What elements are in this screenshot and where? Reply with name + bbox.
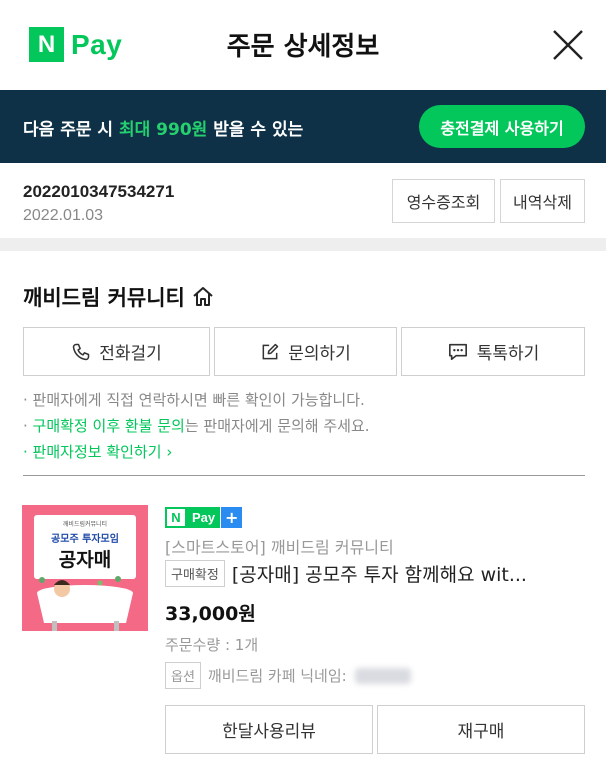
option-row: 옵션 깨비드림 카페 닉네임:	[165, 662, 411, 689]
option-text: 깨비드림 카페 닉네임:	[207, 667, 347, 685]
badge-plus: +	[221, 507, 243, 528]
banner-text-after: 받을 수 있는	[207, 120, 304, 140]
home-icon	[193, 287, 213, 306]
product-thumbnail[interactable]: 깨비드림커뮤니티 공모주 투자모임 공자매	[22, 505, 148, 631]
product-store[interactable]: [스마트스토어] 깨비드림 커뮤니티	[165, 534, 394, 558]
banner-text-before: 다음 주문 시	[23, 120, 119, 140]
chevron-right-icon: ›	[166, 443, 173, 461]
seller-contact-note: · 판매자에게 직접 연락하시면 빠른 확인이 가능합니다.	[23, 391, 365, 409]
receipt-button[interactable]: 영수증조회	[392, 179, 495, 223]
order-info: 2022010347534271 2022.01.03 영수증조회 내역삭제	[0, 163, 606, 238]
page-title: 주문 상세정보	[226, 32, 380, 62]
bathtub-illustration	[37, 576, 133, 631]
store-name-link[interactable]: 깨비드림 커뮤니티	[23, 282, 215, 312]
monthly-review-button[interactable]: 한달사용리뷰	[165, 705, 373, 754]
thumbnail-sub-text: 공모주 투자모임	[51, 534, 119, 545]
note1-text: 판매자에게 직접 연락하시면 빠른 확인이 가능합니다.	[32, 391, 365, 409]
thumbnail-main-text: 공자매	[58, 549, 112, 571]
close-button[interactable]	[551, 28, 585, 62]
blurred-nickname	[354, 667, 411, 684]
talk-button[interactable]: 톡톡하기	[401, 327, 585, 376]
order-quantity: 주문수량 : 1개	[165, 636, 259, 654]
divider	[23, 475, 585, 476]
chat-icon	[448, 343, 467, 360]
rebuy-button[interactable]: 재구매	[377, 705, 585, 754]
close-icon	[553, 30, 583, 60]
store-name: 깨비드림 커뮤니티	[23, 286, 185, 310]
charge-payment-button[interactable]: 충전결제 사용하기	[419, 105, 585, 148]
option-tag: 옵션	[165, 662, 201, 689]
edit-icon	[262, 343, 279, 359]
thumbnail-card: 깨비드림커뮤니티 공모주 투자모임 공자매	[34, 515, 136, 579]
call-button[interactable]: 전화걸기	[23, 327, 210, 376]
call-button-label: 전화걸기	[99, 344, 162, 364]
header: N Pay 주문 상세정보	[0, 0, 606, 90]
inquiry-button[interactable]: 문의하기	[214, 327, 397, 376]
seller-info-link[interactable]: · 판매자정보 확인하기 ›	[23, 441, 172, 462]
refund-note-rest: 는 판매자에게 문의해 주세요.	[184, 417, 370, 435]
refund-note-highlight: 구매확정 이후 환불 문의	[32, 417, 185, 435]
phone-icon	[72, 343, 90, 360]
section-divider	[0, 238, 606, 251]
thumbnail-top-text: 깨비드림커뮤니티	[62, 521, 108, 528]
status-badge: 구매확정	[165, 560, 225, 587]
order-date: 2022.01.03	[23, 207, 104, 224]
order-number: 2022010347534271	[23, 182, 175, 201]
promo-banner: 다음 주문 시 최대 990원 받을 수 있는 충전결제 사용하기	[0, 90, 606, 163]
product-name: [공자매] 공모주 투자 함께해요 wit...	[231, 564, 527, 586]
badge-n: N	[165, 507, 187, 528]
delete-history-button[interactable]: 내역삭제	[500, 179, 585, 223]
banner-highlight: 최대 990원	[118, 120, 208, 140]
banner-text: 다음 주문 시 최대 990원 받을 수 있는	[23, 115, 303, 140]
product-price: 33,000원	[165, 603, 256, 625]
inquiry-button-label: 문의하기	[288, 344, 351, 364]
npay-plus-badge: N Pay +	[165, 507, 243, 528]
talk-button-label: 톡톡하기	[476, 344, 540, 364]
refund-note: · 구매확정 이후 환불 문의는 판매자에게 문의해 주세요.	[23, 417, 370, 435]
seller-info-label: 판매자정보 확인하기	[32, 443, 162, 461]
product-title-row[interactable]: 구매확정 [공자매] 공모주 투자 함께해요 wit...	[165, 560, 585, 587]
badge-pay: Pay	[187, 507, 221, 528]
